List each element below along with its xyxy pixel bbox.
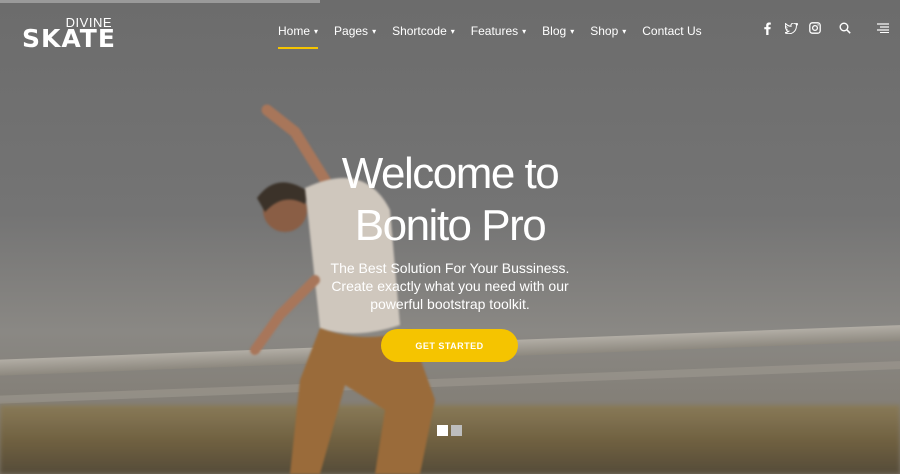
nav-pages-label: Pages — [334, 24, 369, 38]
chevron-down-icon: ▾ — [522, 26, 527, 36]
instagram-icon[interactable] — [808, 21, 822, 35]
hero-subtitle-line3: powerful bootstrap toolkit. — [370, 296, 530, 312]
nav-features[interactable]: Features ▾ — [463, 20, 534, 42]
twitter-icon[interactable] — [784, 21, 798, 35]
chevron-down-icon: ▾ — [622, 26, 627, 36]
hero-title: Welcome to Bonito Pro — [250, 148, 650, 252]
nav-blog[interactable]: Blog ▾ — [534, 20, 582, 42]
nav-shortcode[interactable]: Shortcode ▾ — [384, 20, 463, 42]
search-icon[interactable] — [838, 21, 852, 35]
nav-features-label: Features — [470, 24, 519, 38]
logo-main-text: SKATE — [22, 24, 116, 53]
nav-home-label: Home — [278, 24, 311, 38]
slider-pagination — [437, 425, 462, 436]
nav-shortcode-label: Shortcode — [392, 24, 447, 38]
chevron-down-icon: ▾ — [450, 26, 455, 36]
nav-blog-label: Blog — [542, 24, 567, 38]
header-icons — [760, 21, 890, 35]
nav-home[interactable]: Home ▾ — [270, 20, 326, 49]
hero-title-line1: Welcome to — [341, 149, 560, 198]
chevron-down-icon: ▾ — [570, 26, 575, 36]
hero-subtitle-line1: The Best Solution For Your Bussiness. — [330, 260, 570, 276]
hero-subtitle-line2: Create exactly what you need with our — [331, 278, 569, 294]
chevron-down-icon: ▾ — [314, 26, 319, 36]
slider-dot-2[interactable] — [451, 425, 462, 436]
nav-shop-label: Shop — [590, 24, 619, 38]
get-started-button[interactable]: GET STARTED — [381, 329, 518, 362]
facebook-icon[interactable] — [760, 21, 774, 35]
nav-contact-label: Contact Us — [642, 24, 702, 38]
nav-pages[interactable]: Pages ▾ — [326, 20, 384, 42]
chevron-down-icon: ▾ — [372, 26, 377, 36]
slider-dot-1[interactable] — [437, 425, 448, 436]
main-nav: Home ▾ Pages ▾ Shortcode ▾ Features ▾ Bl… — [270, 20, 710, 49]
hero-title-line2: Bonito Pro — [354, 201, 547, 250]
site-logo[interactable]: DIVINE SKATE — [22, 15, 122, 55]
nav-shop[interactable]: Shop ▾ — [582, 20, 634, 42]
hero-section: DIVINE SKATE Home ▾ Pages ▾ Shortcode ▾ … — [0, 0, 900, 474]
hero-subtitle: The Best Solution For Your Bussiness. Cr… — [280, 259, 620, 313]
nav-contact[interactable]: Contact Us — [634, 20, 709, 42]
menu-icon[interactable] — [876, 21, 890, 35]
